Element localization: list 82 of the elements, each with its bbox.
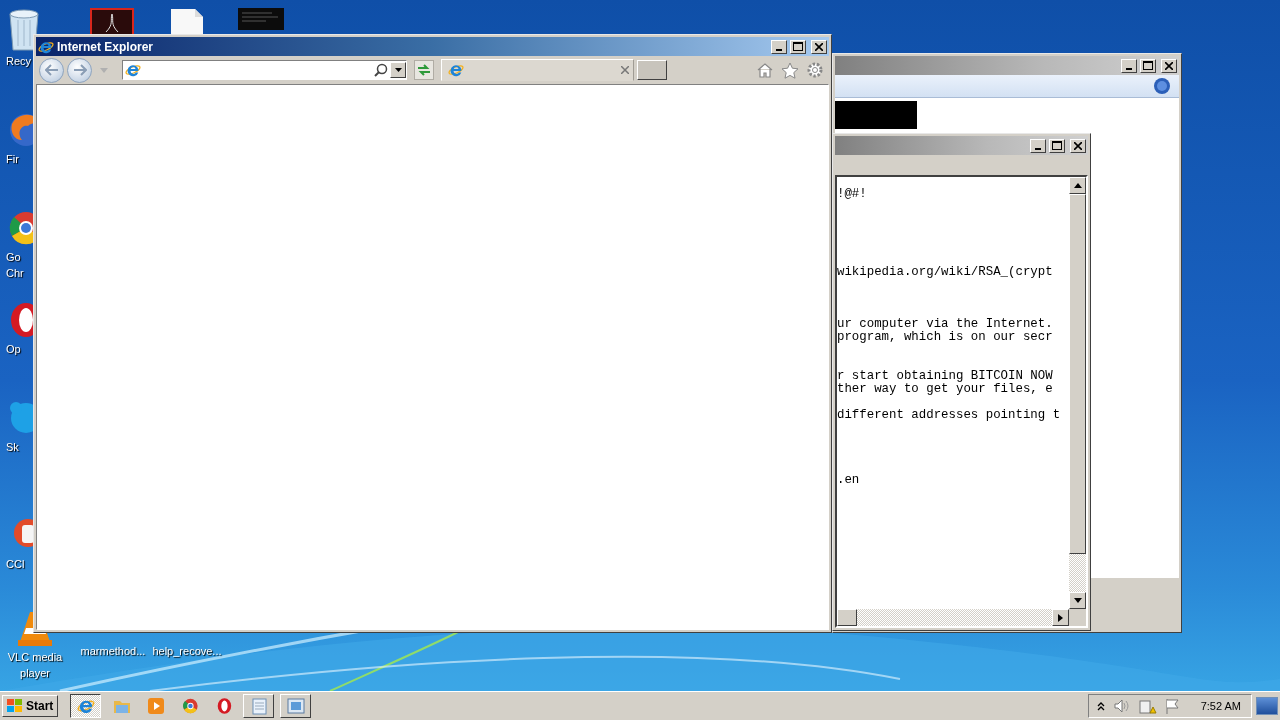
star-icon bbox=[781, 61, 799, 79]
window-title: Internet Explorer bbox=[57, 39, 154, 54]
minimize-icon bbox=[1035, 147, 1041, 150]
bin-icon bbox=[6, 8, 42, 52]
icon-label: Go bbox=[6, 251, 21, 264]
maximize-button[interactable] bbox=[1140, 58, 1156, 73]
icon-label: Sk bbox=[6, 441, 19, 454]
ring-icon bbox=[215, 697, 234, 715]
arrow-right-icon bbox=[1058, 613, 1063, 622]
home-icon bbox=[756, 62, 774, 78]
scroll-down-button[interactable] bbox=[1069, 592, 1086, 609]
text-line: ur computer via the Internet. bbox=[837, 318, 1054, 331]
browser-logo-icon bbox=[448, 62, 464, 78]
flag-icon[interactable] bbox=[1164, 698, 1181, 714]
caret-icon bbox=[394, 68, 402, 72]
browser-logo-icon bbox=[125, 62, 141, 78]
horizontal-scrollbar[interactable] bbox=[837, 609, 1069, 626]
notepad-icon bbox=[250, 697, 267, 715]
start-button[interactable]: Start bbox=[2, 695, 59, 717]
close-button[interactable] bbox=[811, 39, 827, 54]
minimize-icon bbox=[1126, 67, 1132, 70]
clock[interactable]: 7:52 AM bbox=[1200, 700, 1241, 712]
icon-label: Op bbox=[6, 343, 21, 356]
icon-label: VLC media bbox=[7, 651, 63, 664]
forward-arrow-icon bbox=[72, 64, 87, 76]
new-tab-button[interactable] bbox=[637, 60, 667, 80]
thumbnail-icon bbox=[238, 8, 284, 30]
refresh-arrows-icon bbox=[417, 64, 431, 76]
text-line: r start obtaining BITCOIN NOW bbox=[837, 370, 1054, 383]
arrow-down-icon bbox=[1073, 598, 1082, 603]
back-arrow-icon bbox=[44, 64, 59, 76]
refresh-button[interactable] bbox=[414, 60, 434, 80]
minimize-button[interactable] bbox=[771, 39, 787, 54]
icon-label: marmethod... bbox=[80, 645, 146, 658]
chevron-up-icon[interactable] bbox=[1096, 701, 1105, 711]
text-line: .en bbox=[837, 474, 861, 487]
text-line: !@#! bbox=[837, 188, 868, 201]
close-icon bbox=[1074, 141, 1082, 150]
network-warning-icon[interactable] bbox=[1138, 698, 1157, 714]
maximize-icon bbox=[1052, 141, 1062, 150]
minimize-button[interactable] bbox=[1030, 138, 1046, 153]
scroll-thumb[interactable] bbox=[837, 609, 857, 626]
close-button[interactable] bbox=[1070, 138, 1086, 153]
icon-label: Recy bbox=[6, 55, 32, 68]
size-grip[interactable] bbox=[1069, 609, 1086, 626]
settings-icon bbox=[806, 61, 824, 79]
scroll-right-button[interactable] bbox=[1052, 609, 1069, 626]
maximize-button[interactable] bbox=[1049, 138, 1065, 153]
windows-logo-icon bbox=[7, 699, 23, 713]
close-tab-icon[interactable] bbox=[621, 66, 629, 74]
vertical-scrollbar[interactable] bbox=[1069, 177, 1086, 609]
text-line: wikipedia.org/wiki/RSA_(crypt bbox=[837, 266, 1054, 279]
scroll-thumb[interactable] bbox=[1069, 194, 1086, 554]
close-icon bbox=[1165, 61, 1173, 70]
address-dropdown[interactable] bbox=[390, 62, 406, 78]
maximize-icon bbox=[1143, 61, 1153, 70]
minimize-icon bbox=[776, 48, 782, 51]
close-icon bbox=[815, 42, 823, 51]
text-line: different addresses pointing t bbox=[837, 409, 1062, 422]
icon-label: CCl bbox=[6, 558, 25, 571]
icon-label: help_recove... bbox=[152, 645, 222, 658]
taskbar-button[interactable] bbox=[70, 694, 102, 718]
play-icon bbox=[147, 697, 166, 715]
ring-icon bbox=[181, 697, 200, 715]
maximize-button[interactable] bbox=[790, 39, 806, 54]
search-icon[interactable] bbox=[374, 63, 388, 77]
address-field[interactable] bbox=[122, 60, 407, 80]
minimize-button[interactable] bbox=[1121, 58, 1137, 73]
maximize-icon bbox=[793, 42, 803, 51]
text-line: ther way to get your files, e bbox=[837, 383, 1054, 396]
text-line: program, which is on our secr bbox=[837, 331, 1054, 344]
close-button[interactable] bbox=[1161, 58, 1177, 73]
speaker-icon[interactable] bbox=[1112, 698, 1131, 714]
arrow-up-icon bbox=[1073, 183, 1082, 188]
icon-label: player bbox=[20, 667, 50, 680]
icon-label: Fir bbox=[6, 153, 19, 166]
forward-button[interactable] bbox=[67, 57, 92, 83]
picture-frame-icon bbox=[286, 698, 305, 714]
caret-icon bbox=[100, 67, 108, 73]
scroll-up-button[interactable] bbox=[1069, 177, 1086, 194]
icon-label: Chr bbox=[6, 267, 24, 280]
folder-icon bbox=[113, 698, 132, 714]
